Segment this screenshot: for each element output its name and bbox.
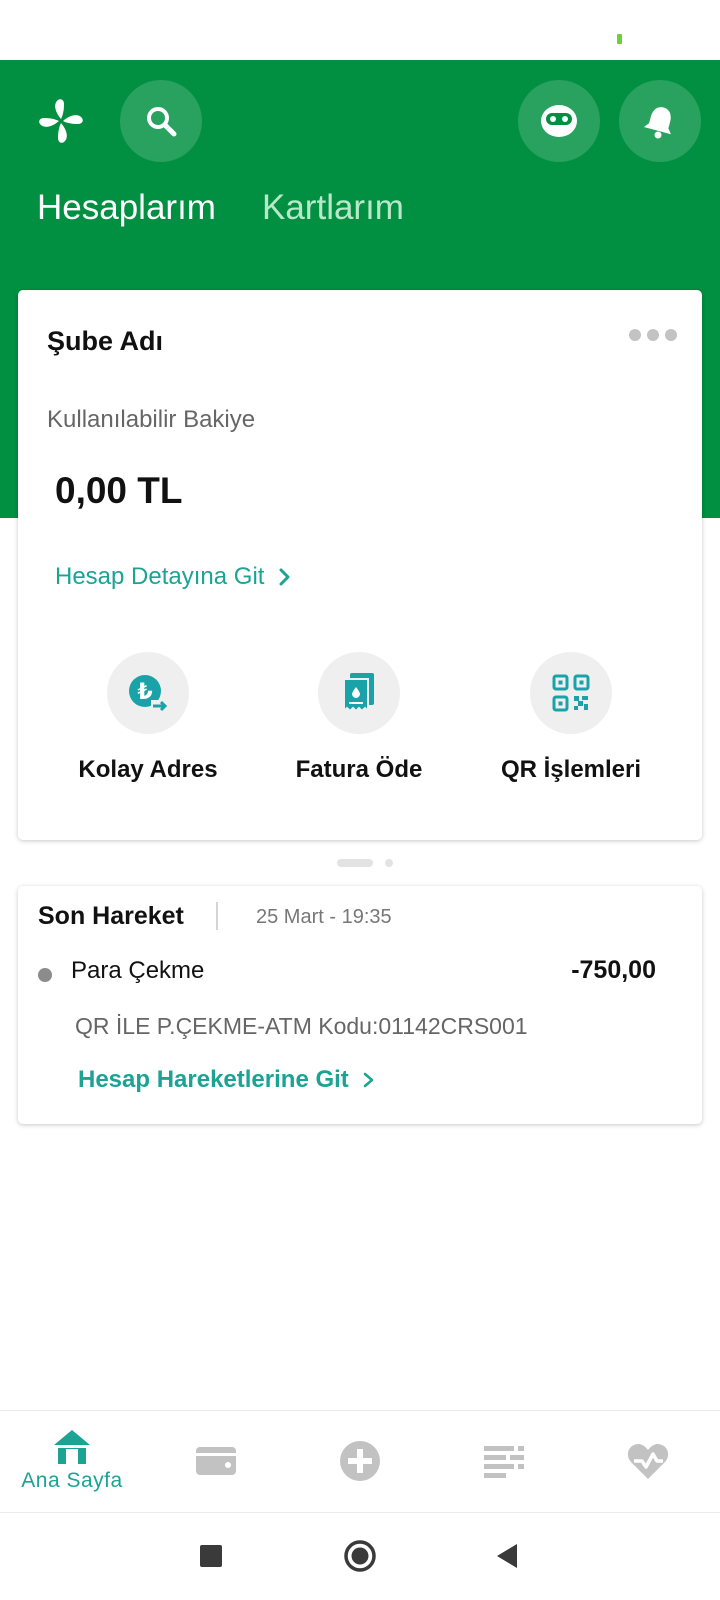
account-detail-label: Hesap Detayına Git: [55, 563, 265, 590]
quick-action-kolay-adres[interactable]: ₺ Kolay Adres: [48, 652, 248, 784]
search-button[interactable]: [120, 80, 202, 162]
quick-action-icon-bg: [318, 652, 400, 734]
plus-circle-icon: [340, 1441, 380, 1481]
quick-action-label: Fatura Öde: [295, 756, 423, 783]
wallet-icon: [196, 1447, 236, 1475]
balance-label: Kullanılabilir Bakiye: [47, 406, 256, 433]
quick-action-icon-bg: [530, 652, 612, 734]
nav-list[interactable]: [432, 1411, 576, 1514]
nav-home-label: Ana Sayfa: [21, 1469, 123, 1492]
account-detail-link[interactable]: Hesap Detayına Git: [55, 563, 294, 591]
bill-icon: [343, 673, 374, 714]
home-button-icon[interactable]: [343, 1539, 377, 1573]
assistant-bot-icon: [541, 105, 577, 137]
last-transaction-card: Son Hareket 25 Mart - 19:35 Para Çekme -…: [18, 886, 702, 1124]
nav-home[interactable]: Ana Sayfa: [0, 1411, 144, 1514]
lira-transfer-icon: ₺: [129, 675, 169, 712]
pager-dot[interactable]: [385, 859, 393, 867]
transactions-link-label: Hesap Hareketlerine Git: [78, 1066, 349, 1093]
svg-text:₺: ₺: [137, 680, 152, 705]
branch-name: Şube Adı: [47, 326, 164, 356]
transaction-amount: -750,00: [571, 956, 656, 984]
account-card: Şube Adı Kullanılabilir Bakiye 0,00 TL H…: [18, 290, 702, 840]
nav-health[interactable]: [576, 1411, 720, 1514]
bottom-navigation: Ana Sayfa: [0, 1410, 720, 1513]
transactions-link[interactable]: Hesap Hareketlerine Git: [78, 1066, 377, 1094]
recent-apps-icon[interactable]: [200, 1545, 222, 1567]
notifications-button[interactable]: [619, 80, 701, 162]
more-dot: [647, 329, 659, 341]
transaction-bullet-icon: [38, 968, 52, 982]
last-transaction-title: Son Hareket: [38, 902, 184, 930]
quick-action-icon-bg: ₺: [107, 652, 189, 734]
search-icon: [147, 107, 177, 137]
quick-action-label: QR İşlemleri: [500, 756, 642, 783]
back-icon[interactable]: [495, 1542, 519, 1570]
bank-logo-icon: [39, 99, 83, 143]
transaction-name: Para Çekme: [71, 957, 205, 984]
pager-active-indicator: [337, 859, 373, 867]
list-icon: [484, 1446, 524, 1478]
battery-icon: [617, 34, 622, 44]
divider: [216, 902, 218, 930]
quick-action-fatura-ode[interactable]: Fatura Öde: [259, 652, 459, 784]
more-dot: [629, 329, 641, 341]
nav-add[interactable]: [288, 1411, 432, 1514]
chevron-right-icon: [363, 1072, 374, 1088]
status-bar: [0, 0, 720, 60]
tab-cards[interactable]: Kartlarım: [262, 186, 404, 230]
transaction-description: QR İLE P.ÇEKME-ATM Kodu:01142CRS001: [75, 1013, 528, 1039]
home-icon: [54, 1430, 90, 1464]
bell-icon: [643, 107, 671, 139]
chevron-right-icon: [279, 568, 290, 586]
qr-code-icon: [552, 674, 590, 712]
nav-wallet[interactable]: [144, 1411, 288, 1514]
quick-action-label: Kolay Adres: [78, 756, 218, 783]
heart-pulse-icon: [627, 1443, 669, 1479]
carousel-pager: [337, 859, 393, 867]
more-dot: [665, 329, 677, 341]
assistant-button[interactable]: [518, 80, 600, 162]
transaction-date: 25 Mart - 19:35: [256, 906, 392, 928]
tab-accounts[interactable]: Hesaplarım: [37, 186, 216, 230]
quick-action-qr-islemleri[interactable]: QR İşlemleri: [471, 652, 671, 784]
balance-value: 0,00 TL: [55, 470, 183, 511]
more-options-icon[interactable]: [629, 329, 677, 341]
